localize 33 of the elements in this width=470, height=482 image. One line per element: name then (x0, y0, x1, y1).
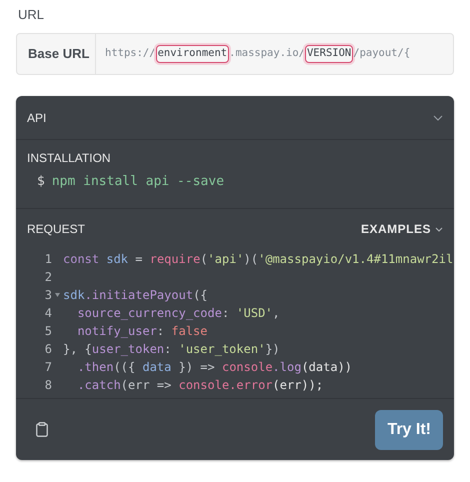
url-text: .masspay.io/ (229, 46, 305, 62)
line-number: 1 (44, 251, 52, 268)
code-line: .catch(err => console.error(err)); (76, 377, 324, 394)
code-line: .then(({ data }) => console.log(data)) (76, 359, 352, 376)
line-number: 8 (44, 377, 52, 394)
url-variable[interactable]: VERSION (304, 45, 354, 63)
fold-icon[interactable] (55, 293, 60, 297)
line-number: 6 (44, 341, 52, 358)
code-line: sdk.initiatePayout({ (63, 287, 208, 304)
url-text: https:// (105, 46, 156, 62)
try-it-button[interactable]: Try It! (375, 410, 443, 450)
code-line: const sdk = require('api')('@masspayio/v1.4#11mnawr2il (63, 251, 454, 268)
chevron-icon (435, 226, 443, 232)
line-number: 2 (44, 269, 52, 286)
installation-title: INSTALLATION (26, 150, 112, 166)
request-title: REQUEST (27, 221, 86, 238)
line-number: 3 (44, 287, 52, 304)
clipboard-icon[interactable] (36, 422, 48, 437)
url-text: /payout/{ (353, 46, 410, 62)
install-command: npm install api --save (52, 173, 224, 190)
base-url-label: Base URL (17, 34, 96, 74)
code-line: notify_user: false (76, 323, 208, 340)
section-title: URL (17, 7, 46, 23)
chevron-icon[interactable] (433, 114, 443, 120)
code-line: }, {user_token: 'user_token'}) (63, 341, 280, 358)
url-variable[interactable]: environment (156, 45, 230, 63)
panel-title: API (27, 110, 46, 126)
line-number: 4 (44, 305, 52, 322)
line-number: 5 (44, 323, 52, 340)
line-number: 7 (44, 359, 52, 376)
examples-dropdown[interactable]: EXAMPLES (360, 220, 443, 238)
code-line: source_currency_code: 'USD', (76, 305, 280, 322)
prompt-symbol: $ (37, 173, 45, 190)
